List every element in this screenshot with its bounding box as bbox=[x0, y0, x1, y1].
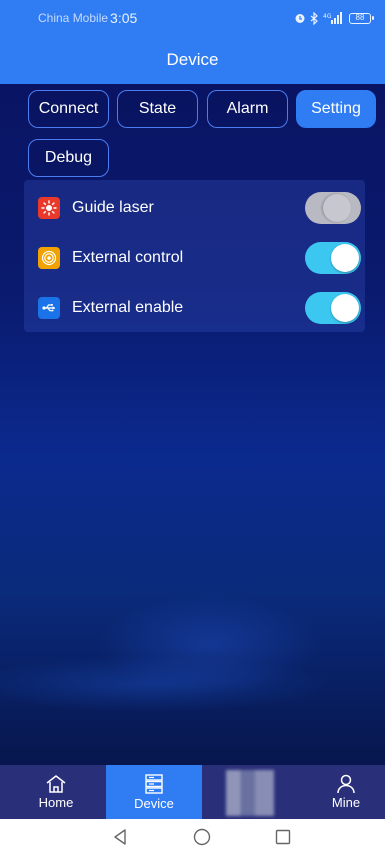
external-control-toggle[interactable] bbox=[305, 242, 361, 274]
tab-debug[interactable]: Debug bbox=[28, 139, 109, 177]
laser-sun-icon bbox=[38, 197, 60, 219]
setting-label-external-control: External control bbox=[72, 249, 184, 266]
system-nav-bar bbox=[0, 819, 385, 854]
usb-icon bbox=[38, 297, 60, 319]
status-time: 3:05 bbox=[110, 10, 138, 26]
home-icon bbox=[46, 775, 66, 793]
guide-laser-toggle[interactable] bbox=[305, 192, 361, 224]
alarm-clock-icon bbox=[295, 14, 305, 23]
nav-home[interactable]: Home bbox=[8, 765, 104, 819]
status-bar: China Mobile 3:05 4G 88 bbox=[0, 0, 385, 36]
setting-row-external-enable: External enable bbox=[24, 284, 365, 332]
signal-icon: 4G bbox=[323, 12, 342, 24]
home-circle-icon[interactable] bbox=[192, 827, 212, 847]
toggle-knob bbox=[331, 294, 359, 322]
nav-label-device: Device bbox=[134, 796, 174, 811]
setting-row-external-control: External control bbox=[24, 234, 365, 282]
device-list-icon bbox=[145, 774, 163, 794]
toggle-knob bbox=[323, 194, 351, 222]
battery-icon: 88 bbox=[349, 12, 374, 24]
recents-square-icon[interactable] bbox=[273, 827, 293, 847]
status-icons: 4G 88 bbox=[294, 11, 374, 25]
phone-screen: China Mobile 3:05 4G 88 Device Connect S… bbox=[0, 0, 385, 854]
svg-text:4G: 4G bbox=[323, 13, 332, 20]
blurred-icon[interactable] bbox=[226, 770, 274, 816]
external-enable-toggle[interactable] bbox=[305, 292, 361, 324]
setting-label-guide-laser: Guide laser bbox=[72, 199, 154, 216]
bottom-nav: Home Device Mine bbox=[0, 765, 385, 819]
toggle-knob bbox=[331, 244, 359, 272]
page-title: Device bbox=[0, 36, 385, 84]
tab-alarm[interactable]: Alarm bbox=[207, 90, 288, 128]
setting-label-external-enable: External enable bbox=[72, 299, 184, 316]
bluetooth-icon bbox=[310, 11, 318, 25]
tab-connect[interactable]: Connect bbox=[28, 90, 109, 128]
setting-row-guide-laser: Guide laser bbox=[24, 184, 365, 232]
nav-label-mine: Mine bbox=[331, 795, 361, 810]
tab-state[interactable]: State bbox=[117, 90, 198, 128]
back-icon[interactable] bbox=[110, 827, 130, 847]
person-icon bbox=[337, 774, 355, 794]
settings-panel: Guide laser External control External en… bbox=[24, 180, 365, 332]
nav-label-home: Home bbox=[38, 795, 74, 810]
carrier-name: China Mobile bbox=[38, 11, 109, 25]
nav-device[interactable]: Device bbox=[106, 765, 202, 819]
target-rings-icon bbox=[38, 247, 60, 269]
main-content: Connect State Alarm Setting Debug Guide … bbox=[0, 84, 385, 765]
tab-setting[interactable]: Setting bbox=[296, 90, 376, 128]
nav-mine[interactable]: Mine bbox=[298, 765, 385, 819]
